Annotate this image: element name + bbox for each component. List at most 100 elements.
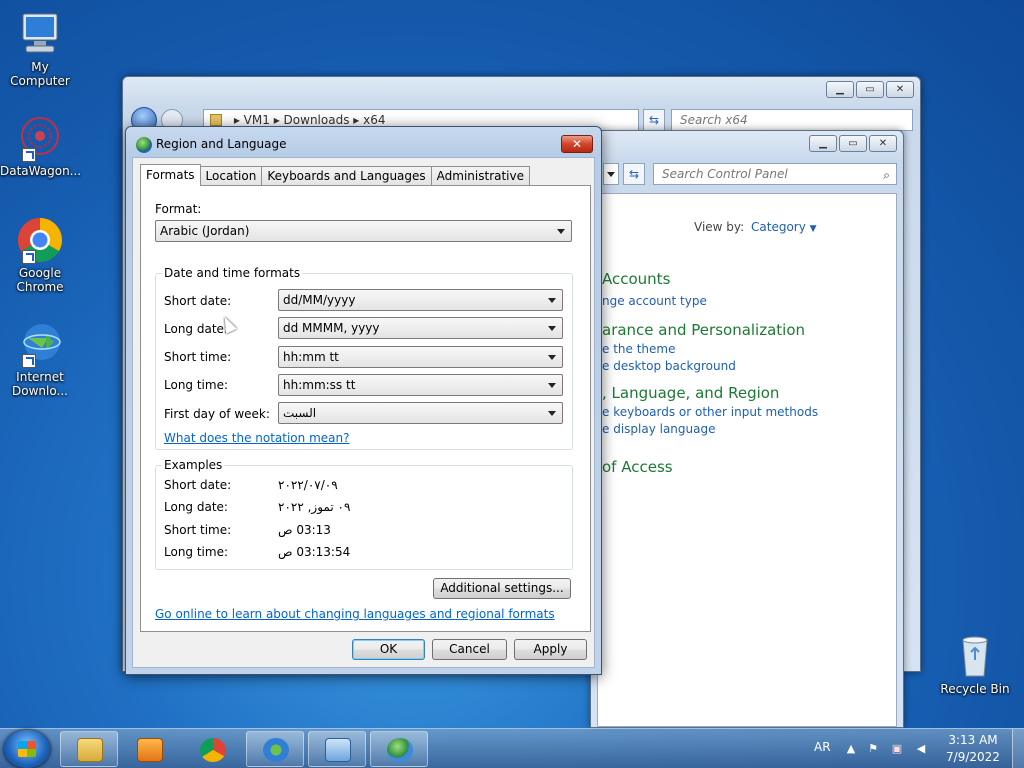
chrome-icon [200, 738, 226, 762]
category-link[interactable]: e keyboards or other input methods [602, 405, 818, 419]
short-date-select[interactable]: dd/MM/yyyy [278, 289, 563, 311]
taskbar-chrome-button[interactable] [183, 731, 241, 767]
short-date-label: Short date: [164, 294, 232, 308]
view-by-label: View by: [694, 220, 745, 234]
format-label: Format: [155, 202, 202, 216]
first-day-of-week-label: First day of week: [164, 407, 270, 421]
dialog-title: Region and Language [156, 137, 287, 151]
network-disconnected-icon[interactable]: ▣ [890, 743, 904, 755]
control-panel-window[interactable]: ▁ ▭ ✕ ⇆ Search Control Panel ⌕ View by: … [590, 130, 904, 728]
category-heading[interactable]: , Language, and Region [602, 384, 779, 402]
dialog-close-button[interactable]: ✕ [561, 135, 593, 153]
search-icon: ⌕ [883, 168, 890, 182]
recycle-bin-icon [951, 632, 999, 680]
desktop-icon-internet-download-manager[interactable]: Internet Downlo... [0, 320, 80, 398]
long-time-label: Long time: [164, 378, 229, 392]
category-link[interactable]: e desktop background [602, 359, 736, 373]
globe-icon [387, 738, 413, 762]
tab-keyboards-and-languages[interactable]: Keyboards and Languages [261, 166, 432, 186]
taskbar-explorer-button[interactable] [60, 731, 118, 767]
notation-help-link[interactable]: What does the notation mean? [164, 431, 349, 445]
control-panel-icon [325, 738, 351, 762]
tab-administrative[interactable]: Administrative [430, 166, 531, 186]
desktop-icon-my-computer[interactable]: My Computer [0, 10, 80, 88]
chevron-down-icon [548, 411, 556, 416]
media-player-icon [137, 738, 163, 762]
address-dropdown[interactable] [603, 163, 619, 185]
taskbar-download-manager-button[interactable] [246, 731, 304, 767]
example-long-date-label: Long date: [164, 500, 228, 514]
folder-icon [77, 738, 103, 762]
example-short-date-value: ٢٠٢٢/٠٧/٠٩ [278, 478, 338, 492]
desktop-icon-datawagon[interactable]: DataWagon... [0, 114, 82, 178]
taskbar-control-panel-button[interactable] [308, 731, 366, 767]
desktop-icon-label: My Computer [10, 60, 70, 88]
show-desktop-button[interactable] [1012, 729, 1024, 768]
maximize-button[interactable]: ▭ [839, 135, 867, 152]
category-link[interactable]: nge account type [602, 294, 707, 308]
shortcut-arrow-icon [22, 250, 36, 264]
desktop-icon-label: Google Chrome [16, 266, 64, 294]
close-button[interactable]: ✕ [886, 81, 914, 98]
category-heading[interactable]: Accounts [602, 270, 670, 288]
shortcut-arrow-icon [22, 354, 36, 368]
group-title: Examples [162, 458, 225, 472]
region-and-language-dialog[interactable]: Region and Language ✕ Formats Location K… [125, 126, 602, 675]
chevron-down-icon [548, 326, 556, 331]
internet-download-manager-icon [263, 738, 289, 762]
tab-formats[interactable]: Formats [140, 164, 201, 186]
breadcrumb-item[interactable]: Downloads [284, 113, 350, 127]
example-long-date-value: ٠٩ تموز, ٢٠٢٢ [278, 500, 351, 514]
desktop-icon-label: DataWagon... [0, 164, 82, 178]
category-heading[interactable]: of Access [602, 458, 673, 476]
tab-location[interactable]: Location [199, 166, 263, 186]
refresh-button[interactable]: ⇆ [623, 163, 645, 185]
dialog-body: Formats Location Keyboards and Languages… [132, 157, 595, 668]
control-panel-search-input[interactable]: Search Control Panel ⌕ [653, 163, 897, 185]
long-time-select[interactable]: hh:mm:ss tt [278, 374, 563, 396]
clock[interactable]: 3:13 AM 7/9/2022 [940, 733, 1006, 764]
chevron-down-icon [548, 383, 556, 388]
category-heading[interactable]: arance and Personalization [602, 321, 805, 339]
globe-icon [136, 137, 152, 153]
breadcrumb-separator: ▸ [353, 113, 364, 127]
show-hidden-icons-icon[interactable]: ▲ [844, 743, 858, 755]
long-date-select[interactable]: dd MMMM, yyyy [278, 317, 563, 339]
view-by-dropdown[interactable]: Category ▼ [751, 220, 817, 234]
breadcrumb-separator: ▸ [273, 113, 284, 127]
volume-icon[interactable]: ◀ [914, 743, 928, 755]
maximize-button[interactable]: ▭ [856, 81, 884, 98]
category-link[interactable]: e display language [602, 422, 716, 436]
start-button[interactable] [4, 730, 50, 768]
close-button[interactable]: ✕ [869, 135, 897, 152]
taskbar-region-language-button[interactable] [370, 731, 428, 767]
shortcut-arrow-icon [22, 148, 36, 162]
apply-button[interactable]: Apply [514, 639, 587, 660]
additional-settings-button[interactable]: Additional settings... [433, 578, 571, 599]
control-panel-content: View by: Category ▼ Accounts nge account… [597, 193, 897, 727]
minimize-button[interactable]: ▁ [809, 135, 837, 152]
search-input[interactable]: Search x64 [671, 109, 913, 131]
chevron-down-icon [548, 355, 556, 360]
action-center-icon[interactable]: ⚑ [866, 743, 880, 755]
example-short-time-label: Short time: [164, 523, 232, 537]
desktop-icon-recycle-bin[interactable]: Recycle Bin [935, 632, 1015, 696]
breadcrumb-item[interactable]: x64 [363, 113, 385, 127]
short-time-select[interactable]: hh:mm tt [278, 346, 563, 368]
first-day-of-week-select[interactable]: السبت [278, 402, 563, 424]
category-link[interactable]: e the theme [602, 342, 675, 356]
taskbar-media-player-button[interactable] [120, 731, 178, 767]
format-select[interactable]: Arabic (Jordan) [155, 220, 572, 242]
example-long-time-label: Long time: [164, 545, 229, 559]
desktop-icon-label: Internet Downlo... [12, 370, 68, 398]
breadcrumb-item[interactable]: VM1 [244, 113, 270, 127]
desktop-icon-google-chrome[interactable]: Google Chrome [0, 216, 80, 294]
minimize-button[interactable]: ▁ [826, 81, 854, 98]
input-language-indicator[interactable]: AR [814, 740, 831, 754]
formats-tab-panel: Format: Arabic (Jordan) Date and time fo… [140, 185, 591, 632]
ok-button[interactable]: OK [352, 639, 425, 660]
go-online-link[interactable]: Go online to learn about changing langua… [155, 607, 555, 621]
refresh-button[interactable]: ⇆ [643, 109, 665, 131]
group-title: Date and time formats [162, 266, 303, 280]
cancel-button[interactable]: Cancel [432, 639, 507, 660]
